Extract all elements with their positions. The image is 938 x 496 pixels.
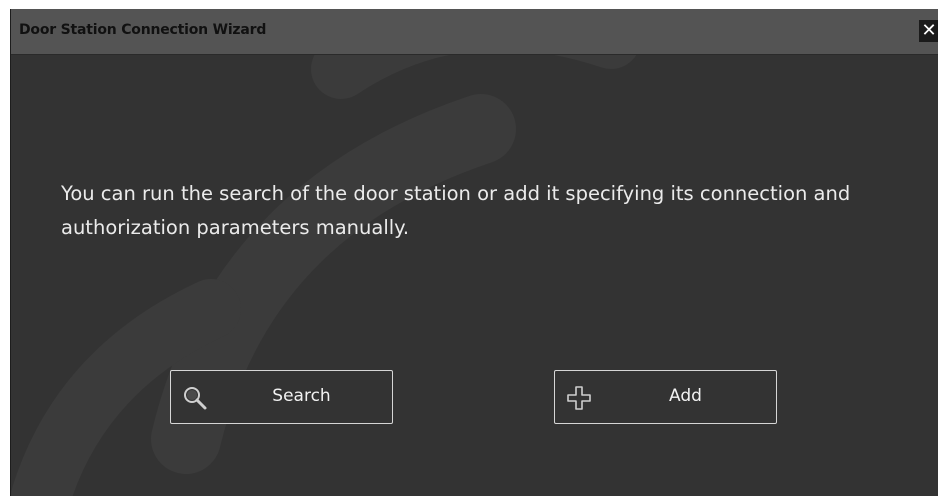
close-button[interactable]: ✕ (919, 20, 938, 42)
search-button[interactable]: Search (170, 370, 393, 424)
add-button-label: Add (669, 386, 702, 406)
window-title: Door Station Connection Wizard (19, 22, 267, 38)
wizard-window: Door Station Connection Wizard ✕ You can… (10, 9, 938, 496)
title-bar: Door Station Connection Wizard ✕ (11, 9, 938, 55)
search-icon (184, 387, 207, 410)
search-button-label: Search (272, 386, 331, 406)
plus-icon (567, 386, 591, 410)
instruction-text: You can run the search of the door stati… (61, 182, 851, 239)
watermark-logo (11, 9, 641, 496)
add-button[interactable]: Add (554, 370, 777, 424)
